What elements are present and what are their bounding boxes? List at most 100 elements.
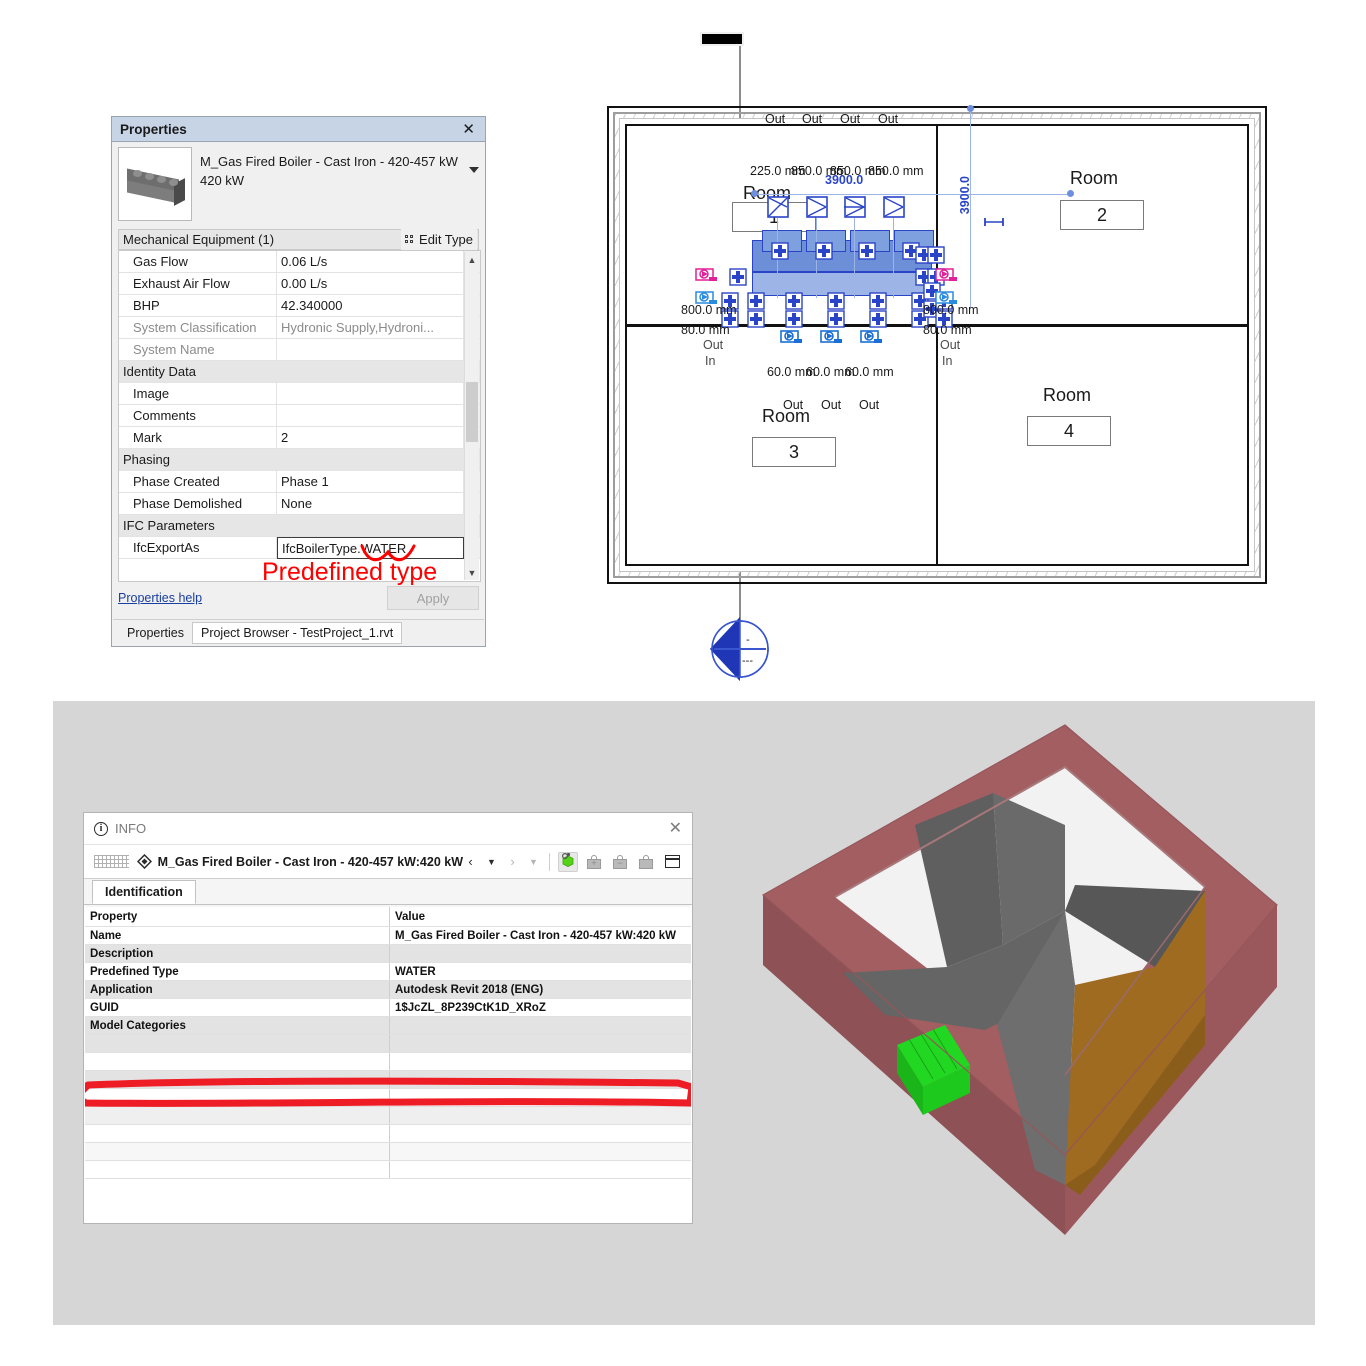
- tab-identification[interactable]: Identification: [92, 880, 196, 904]
- remove-from-selection-button[interactable]: −: [610, 852, 630, 872]
- table-row[interactable]: Description: [85, 945, 691, 963]
- replace-selection-button[interactable]: [636, 852, 656, 872]
- section-head-marker[interactable]: [700, 32, 744, 46]
- duct-connector-3-icon[interactable]: [844, 196, 866, 223]
- scroll-up-icon[interactable]: ▲: [465, 252, 479, 267]
- tab-properties[interactable]: Properties: [119, 621, 192, 644]
- connector-label-top-3: Out: [840, 112, 861, 126]
- properties-scrollbar[interactable]: ▲ ▼: [464, 252, 479, 580]
- parameter-value[interactable]: 2: [277, 427, 464, 448]
- properties-help-link[interactable]: Properties help: [118, 591, 202, 605]
- edit-type-button[interactable]: Edit Type: [401, 229, 477, 250]
- duct-connector-4-icon[interactable]: [883, 196, 905, 223]
- layout-button[interactable]: [662, 852, 682, 872]
- parameter-value[interactable]: 0.06 L/s: [277, 251, 464, 272]
- outlet-connector-3-icon[interactable]: [860, 327, 884, 350]
- select-object-button[interactable]: [558, 851, 578, 872]
- type-size-label: 420 kW: [200, 172, 245, 188]
- parameter-group-header[interactable]: Phasing⌃: [119, 449, 480, 471]
- parameter-value[interactable]: [277, 383, 464, 404]
- selection-grip-cross[interactable]: [785, 310, 803, 328]
- parameter-value[interactable]: Phase 1: [277, 471, 464, 492]
- floor-plan-view[interactable]: - --- Room 1 Room 2 Room 3 Room 4 Out Ou…: [595, 20, 1295, 690]
- info-property-table[interactable]: Property Value Name M_Gas Fired Boiler - Ca…: [85, 907, 691, 1222]
- properties-title: Properties: [120, 121, 187, 137]
- scrollbar-thumb[interactable]: [466, 382, 478, 442]
- parameter-group-header[interactable]: IFC Parameters⌃: [119, 515, 480, 537]
- selection-grip-cross[interactable]: [827, 310, 845, 328]
- selection-grip-cross[interactable]: [747, 310, 765, 328]
- parameter-row[interactable]: Gas Flow 0.06 L/s: [119, 251, 480, 273]
- tab-project-browser[interactable]: Project Browser - TestProject_1.rvt: [191, 621, 403, 644]
- apply-button[interactable]: Apply: [387, 586, 479, 610]
- outlet-connector-1-icon[interactable]: [780, 327, 804, 350]
- type-selector[interactable]: M_Gas Fired Boiler - Cast Iron - 420-457…: [118, 147, 479, 225]
- add-to-selection-button[interactable]: +: [584, 852, 604, 872]
- parameter-value[interactable]: Hydronic Supply,Hydroni...: [277, 317, 464, 338]
- column-header-property[interactable]: Property: [85, 907, 390, 926]
- selection-grip-cross[interactable]: [858, 242, 876, 260]
- next-dropdown[interactable]: ▼: [526, 853, 541, 871]
- info-property-value: [390, 1017, 691, 1034]
- next-button[interactable]: ›: [505, 853, 520, 871]
- info-dialog: i INFO ✕ M_Gas Fired Boiler - Cast Iron …: [83, 812, 693, 1224]
- outlet-connector-2-icon[interactable]: [820, 327, 844, 350]
- table-row[interactable]: Model Categories: [85, 1017, 691, 1035]
- parameter-group-label: IFC Parameters: [123, 518, 215, 533]
- parameter-row[interactable]: Comments: [119, 405, 480, 427]
- table-row[interactable]: GUID 1$JcZL_8P239CtK1D_XRoZ: [85, 999, 691, 1017]
- room-3-number[interactable]: 3: [752, 437, 836, 467]
- selection-grip-cross[interactable]: [729, 268, 747, 286]
- properties-parameter-grid[interactable]: Gas Flow 0.06 L/s Exhaust Air Flow 0.00 L/s…: [118, 250, 481, 582]
- dim-overall-horizontal[interactable]: 3900.0: [825, 173, 863, 187]
- dim-handle-icon[interactable]: [983, 214, 1005, 226]
- selection-grip-cross[interactable]: [827, 292, 845, 310]
- parameter-row[interactable]: Phase Demolished None: [119, 493, 480, 515]
- dim-grip-right[interactable]: [1067, 190, 1074, 197]
- prev-dropdown[interactable]: ▼: [484, 853, 499, 871]
- chevron-down-icon[interactable]: [469, 167, 479, 173]
- prev-button[interactable]: ‹: [463, 853, 478, 871]
- parameter-group-header[interactable]: Identity Data⌃: [119, 361, 480, 383]
- duct-connector-2-icon[interactable]: [806, 196, 828, 223]
- parameter-value[interactable]: None: [277, 493, 464, 514]
- section-tail-marker[interactable]: - ---: [708, 617, 772, 681]
- pipe-connector-magenta-right-icon[interactable]: [935, 265, 959, 288]
- parameter-value[interactable]: [277, 339, 464, 360]
- parameter-row[interactable]: Phase Created Phase 1: [119, 471, 480, 493]
- duct-connector-1-icon[interactable]: [767, 196, 789, 223]
- dim-grip-left[interactable]: [751, 190, 758, 197]
- table-row[interactable]: Application Autodesk Revit 2018 (ENG): [85, 981, 691, 999]
- parameter-row[interactable]: Exhaust Air Flow 0.00 L/s: [119, 273, 480, 295]
- selection-grip-cross[interactable]: [869, 292, 887, 310]
- parameter-value[interactable]: 42.340000: [277, 295, 464, 316]
- selection-grip-cross[interactable]: [771, 242, 789, 260]
- selection-grip-cross[interactable]: [785, 292, 803, 310]
- pipe-connector-magenta-icon[interactable]: [695, 265, 719, 288]
- selection-grip-cross[interactable]: [747, 292, 765, 310]
- parameter-value[interactable]: [277, 405, 464, 426]
- selection-grip-cross[interactable]: [869, 310, 887, 328]
- parameter-row[interactable]: System Name: [119, 339, 480, 361]
- room-2-number[interactable]: 2: [1060, 200, 1144, 230]
- scroll-down-icon[interactable]: ▼: [465, 565, 479, 580]
- dim-grip-top[interactable]: [967, 105, 974, 112]
- room-4-number[interactable]: 4: [1027, 416, 1111, 446]
- parameter-row[interactable]: BHP 42.340000: [119, 295, 480, 317]
- parameter-row[interactable]: Mark 2: [119, 427, 480, 449]
- selection-grip-cross[interactable]: [927, 246, 945, 264]
- dim-line-vertical: [970, 108, 971, 308]
- close-icon[interactable]: ✕: [460, 122, 477, 137]
- info-property-value: Autodesk Revit 2018 (ENG): [395, 983, 544, 996]
- close-icon[interactable]: ✕: [669, 820, 682, 837]
- drag-grip-icon[interactable]: [94, 855, 129, 868]
- column-header-value[interactable]: Value: [390, 907, 691, 926]
- parameter-row[interactable]: System Classification Hydronic Supply,Hyd…: [119, 317, 480, 339]
- connector-label-top-1: Out: [765, 112, 786, 126]
- selection-grip-cross[interactable]: [815, 242, 833, 260]
- parameter-row[interactable]: Image: [119, 383, 480, 405]
- table-row[interactable]: Name M_Gas Fired Boiler - Cast Iron - 420…: [85, 927, 691, 945]
- table-row[interactable]: Predefined Type WATER: [85, 963, 691, 981]
- 3d-model-view[interactable]: [735, 715, 1305, 1275]
- parameter-value[interactable]: 0.00 L/s: [277, 273, 464, 294]
